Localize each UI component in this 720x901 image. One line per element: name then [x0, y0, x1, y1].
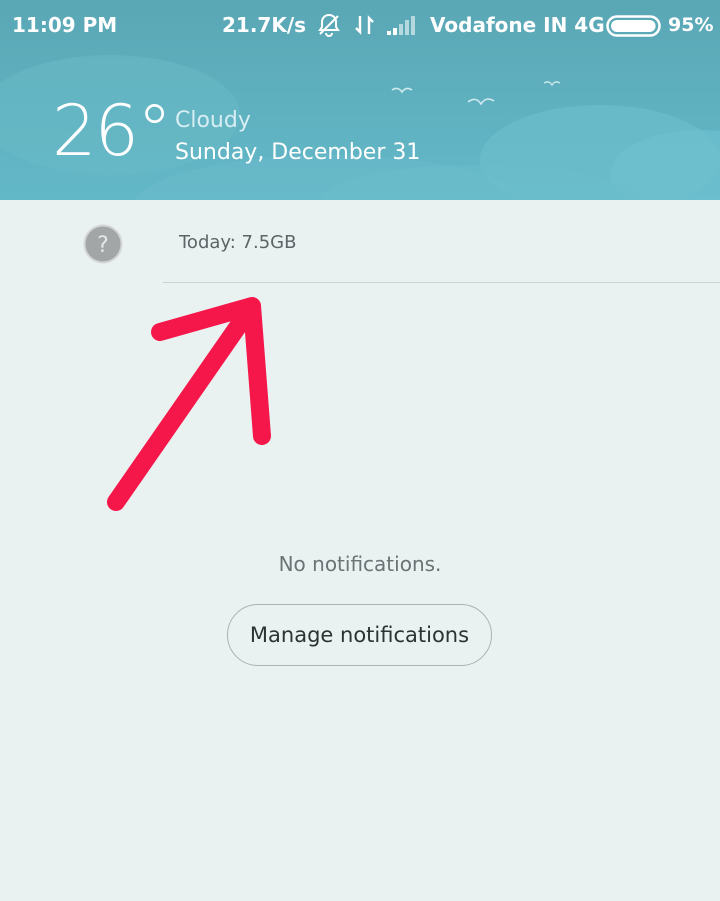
status-bar: 11:09 PM 21.7K/s Vodafone IN 4G 95% [0, 0, 720, 52]
bird-icon [391, 87, 413, 94]
svg-text:?: ? [97, 233, 109, 258]
data-transfer-icon [355, 15, 374, 35]
weather-date: Sunday, December 31 [175, 140, 421, 165]
data-usage-label[interactable]: Today: 7.5GB [179, 232, 296, 253]
battery-icon [606, 15, 661, 37]
battery-percent: 95% [668, 14, 714, 36]
weather-header[interactable]: 11:09 PM 21.7K/s Vodafone IN 4G 95% 26° … [0, 0, 720, 200]
divider [163, 282, 720, 283]
carrier-label: Vodafone IN 4G [430, 13, 605, 37]
network-speed: 21.7K/s [222, 13, 307, 37]
bird-icon [467, 98, 495, 106]
bird-icon [543, 81, 561, 87]
signal-icon [387, 16, 415, 35]
help-icon[interactable]: ? [83, 224, 123, 264]
manage-notifications-button[interactable]: Manage notifications [227, 604, 492, 666]
empty-notifications-message: No notifications. [278, 552, 442, 576]
status-time: 11:09 PM [12, 13, 118, 37]
weather-condition: Cloudy [175, 108, 251, 133]
weather-temperature: 26° [52, 90, 172, 172]
bell-off-icon [318, 13, 340, 37]
